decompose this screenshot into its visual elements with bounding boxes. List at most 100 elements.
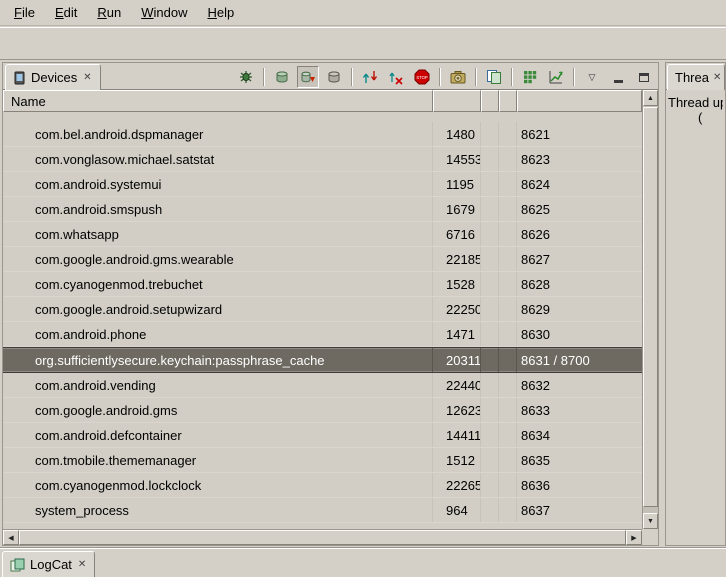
horizontal-scrollbar-thumb[interactable] bbox=[19, 530, 626, 545]
device-row[interactable]: com.cyanogenmod.lockclock 22265 8636 bbox=[3, 473, 642, 498]
logcat-icon bbox=[10, 558, 25, 572]
device-col-spacer bbox=[481, 348, 499, 372]
tab-logcat[interactable]: LogCat ✕ bbox=[2, 551, 95, 577]
device-port: 8635 bbox=[517, 448, 642, 472]
device-pid: 22265 bbox=[433, 473, 481, 497]
screen-capture-button[interactable] bbox=[447, 66, 469, 88]
dump-hprof-button[interactable] bbox=[297, 66, 319, 88]
device-col-spacer bbox=[481, 247, 499, 271]
device-row[interactable]: com.android.systemui 1195 8624 bbox=[3, 172, 642, 197]
scrollbar-corner bbox=[642, 529, 658, 545]
device-row[interactable]: com.android.smspush 1679 8625 bbox=[3, 197, 642, 222]
device-col-spacer bbox=[481, 423, 499, 447]
device-row[interactable]: com.android.vending 22440 8632 bbox=[3, 373, 642, 398]
device-port: 8626 bbox=[517, 222, 642, 246]
heap-dump-button[interactable] bbox=[519, 66, 541, 88]
debug-process-button[interactable] bbox=[235, 66, 257, 88]
horizontal-scrollbar[interactable]: ◀ ▶ bbox=[3, 529, 642, 545]
start-method-profiling-button[interactable] bbox=[545, 66, 567, 88]
device-pid: 14411 bbox=[433, 423, 481, 447]
camera-icon bbox=[450, 69, 466, 85]
device-col-spacer bbox=[499, 448, 517, 472]
device-row[interactable]: com.google.android.setupwizard 22250 862… bbox=[3, 297, 642, 322]
device-col-spacer bbox=[499, 473, 517, 497]
device-col-spacer bbox=[481, 197, 499, 221]
column-header-4[interactable] bbox=[499, 90, 517, 112]
view-menu-button[interactable]: ▽ bbox=[581, 66, 603, 88]
menu-file[interactable]: File bbox=[4, 2, 45, 23]
scroll-down-button[interactable]: ▼ bbox=[643, 513, 658, 529]
device-port: 8627 bbox=[517, 247, 642, 271]
application-window: File Edit Run Window Help Devices ✕ bbox=[0, 0, 726, 577]
device-name: com.android.vending bbox=[3, 373, 433, 397]
stop-process-button[interactable]: STOP bbox=[411, 66, 433, 88]
device-col-spacer bbox=[481, 448, 499, 472]
device-pid: 1512 bbox=[433, 448, 481, 472]
toolbar-separator bbox=[263, 68, 265, 86]
hprof-cylinder-icon bbox=[300, 69, 316, 85]
menu-edit[interactable]: Edit bbox=[45, 2, 87, 23]
vertical-scrollbar[interactable]: ▲ ▼ bbox=[642, 90, 658, 529]
device-row[interactable]: com.google.android.gms.wearable 22185 86… bbox=[3, 247, 642, 272]
device-col-spacer bbox=[499, 172, 517, 196]
maximize-button[interactable] bbox=[633, 66, 655, 88]
device-name: com.tmobile.thememanager bbox=[3, 448, 433, 472]
device-pid: 22440 bbox=[433, 373, 481, 397]
device-row[interactable]: com.android.phone 1471 8630 bbox=[3, 322, 642, 347]
system-information-button[interactable] bbox=[483, 66, 505, 88]
stop-method-profiling-button[interactable] bbox=[385, 66, 407, 88]
threads-panel-header: Threa ✕ bbox=[666, 63, 725, 90]
bug-icon bbox=[238, 69, 254, 85]
device-row[interactable]: com.whatsapp 6716 8626 bbox=[3, 222, 642, 247]
column-header-3[interactable] bbox=[481, 90, 499, 112]
update-threads-button[interactable] bbox=[359, 66, 381, 88]
device-row[interactable]: com.google.android.gms 12623 8633 bbox=[3, 398, 642, 423]
profiling-graph-icon bbox=[548, 69, 564, 85]
tab-devices[interactable]: Devices ✕ bbox=[5, 64, 101, 90]
tab-threads[interactable]: Threa ✕ bbox=[667, 64, 725, 90]
menu-help[interactable]: Help bbox=[197, 2, 244, 23]
device-row[interactable]: com.bel.android.dspmanager 1480 8621 bbox=[3, 122, 642, 147]
threads-stop-icon bbox=[388, 69, 404, 85]
device-row[interactable]: system_process 964 8637 bbox=[3, 498, 642, 523]
close-icon[interactable]: ✕ bbox=[77, 559, 87, 570]
device-name: com.android.phone bbox=[3, 322, 433, 346]
device-row[interactable]: com.tmobile.thememanager 1512 8635 bbox=[3, 448, 642, 473]
column-header-port[interactable] bbox=[517, 90, 642, 112]
device-port: 8621 bbox=[517, 122, 642, 146]
menu-window[interactable]: Window bbox=[131, 2, 197, 23]
close-icon[interactable]: ✕ bbox=[712, 72, 722, 83]
device-row[interactable]: org.sufficientlysecure.keychain:passphra… bbox=[3, 347, 642, 373]
cause-gc-button[interactable] bbox=[323, 66, 345, 88]
column-header-pid[interactable] bbox=[433, 90, 481, 112]
update-heap-button[interactable] bbox=[271, 66, 293, 88]
arrow-down-icon: ▼ bbox=[647, 518, 654, 525]
threads-tab-label: Threa bbox=[675, 70, 709, 85]
device-name: com.android.defcontainer bbox=[3, 423, 433, 447]
device-col-spacer bbox=[499, 297, 517, 321]
close-icon[interactable]: ✕ bbox=[82, 72, 92, 83]
logcat-tab-label: LogCat bbox=[30, 557, 72, 572]
device-pid: 1480 bbox=[433, 122, 481, 146]
threads-message-line2: ( bbox=[668, 110, 723, 125]
chevron-down-icon: ▽ bbox=[589, 72, 596, 83]
menu-run[interactable]: Run bbox=[87, 2, 131, 23]
device-pid: 14553 bbox=[433, 147, 481, 171]
device-row[interactable]: com.cyanogenmod.trebuchet 1528 8628 bbox=[3, 272, 642, 297]
table-column-headers: Name bbox=[3, 90, 642, 112]
stop-sign-icon: STOP bbox=[414, 69, 430, 85]
scroll-up-button[interactable]: ▲ bbox=[643, 90, 658, 106]
minimize-icon bbox=[614, 80, 623, 83]
device-col-spacer bbox=[481, 272, 499, 296]
device-pid: 20311 bbox=[433, 348, 481, 372]
device-row[interactable]: com.vonglasow.michael.satstat 14553 8623 bbox=[3, 147, 642, 172]
device-row[interactable]: com.android.defcontainer 14411 8634 bbox=[3, 423, 642, 448]
device-col-spacer bbox=[499, 322, 517, 346]
threads-icon bbox=[362, 69, 378, 85]
device-col-spacer bbox=[499, 247, 517, 271]
scroll-right-button[interactable]: ▶ bbox=[626, 530, 642, 545]
column-header-name[interactable]: Name bbox=[3, 90, 433, 112]
vertical-scrollbar-thumb[interactable] bbox=[643, 107, 658, 507]
scroll-left-button[interactable]: ◀ bbox=[3, 530, 19, 545]
minimize-button[interactable] bbox=[607, 66, 629, 88]
